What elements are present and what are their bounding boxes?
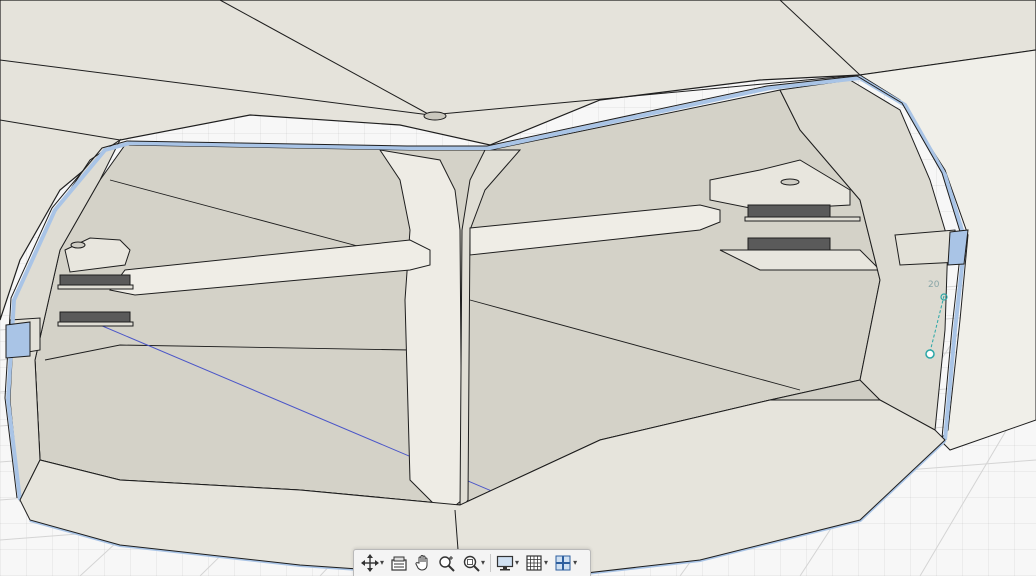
orbit-icon — [361, 554, 379, 572]
3d-viewport[interactable]: 20 ▾ ▾ ▾ ▾ ▾ — [0, 0, 1036, 576]
grid-snaps-icon — [526, 555, 542, 571]
orbit-button[interactable]: ▾ — [359, 552, 386, 574]
fit-zoom-button[interactable]: ▾ — [460, 552, 487, 574]
look-at-button[interactable] — [388, 552, 410, 574]
left-shock-mount[interactable] — [57, 237, 134, 327]
grid-snaps-caret[interactable]: ▾ — [544, 559, 548, 567]
pan-button[interactable] — [412, 552, 434, 574]
section-hatch-right — [947, 229, 969, 266]
display-settings-button[interactable]: ▾ — [494, 552, 521, 574]
look-at-icon — [391, 556, 407, 571]
dimension-label: 20 — [928, 280, 940, 290]
pan-hand-icon — [415, 555, 428, 571]
shell-ridge-vertex — [423, 111, 447, 121]
fit-zoom-icon — [463, 555, 480, 572]
viewports-icon — [555, 555, 571, 571]
zoom-icon — [439, 556, 455, 572]
grid-snaps-button[interactable]: ▾ — [523, 552, 550, 574]
display-settings-icon — [496, 555, 514, 571]
model-canvas[interactable] — [0, 0, 1036, 576]
toolbar-separator — [490, 554, 492, 572]
viewports-button[interactable]: ▾ — [552, 552, 579, 574]
section-hatch-left — [5, 321, 31, 359]
navigation-toolbar: ▾ ▾ ▾ ▾ ▾ — [353, 549, 591, 576]
display-settings-caret[interactable]: ▾ — [515, 559, 519, 567]
orbit-caret[interactable]: ▾ — [380, 559, 384, 567]
viewports-caret[interactable]: ▾ — [573, 559, 577, 567]
fit-zoom-caret[interactable]: ▾ — [481, 559, 485, 567]
zoom-button[interactable] — [436, 552, 458, 574]
